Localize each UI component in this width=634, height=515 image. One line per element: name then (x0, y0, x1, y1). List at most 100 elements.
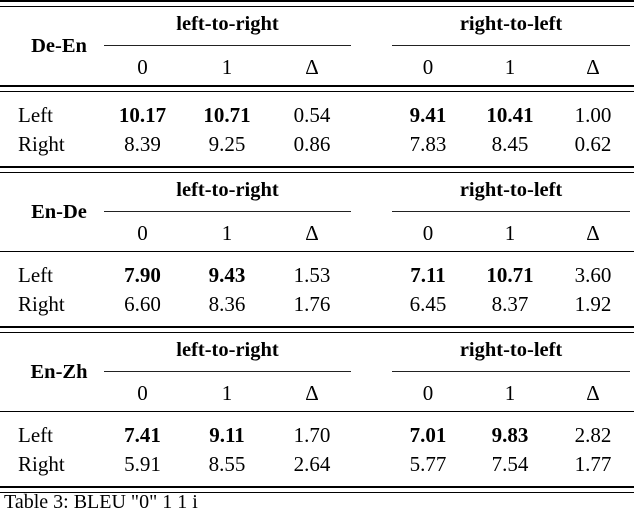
subheader-left-0: 0 (137, 220, 148, 245)
cell-right-0: 5.77 (409, 452, 447, 476)
group-rule-gap (355, 367, 388, 375)
table-row: Right 5.91 8.55 2.64 5.77 7.54 1.77 (0, 450, 634, 479)
body-spacer (0, 319, 634, 326)
group-rule-left (100, 41, 355, 49)
group-header-left-to-right: left-to-right (176, 12, 279, 35)
subheader-left-1: 1 (221, 380, 233, 405)
subheader-right-delta: Δ (586, 220, 600, 245)
cell-right-0: 9.41 (409, 103, 447, 127)
cell-right-1: 10.41 (486, 103, 534, 127)
table-block-en-de: En-De left-to-right right-to-left 0 1 Δ (0, 173, 634, 326)
subheader-right-0: 0 (422, 220, 434, 245)
cell-left-0: 6.60 (124, 292, 161, 316)
subheader-right-1: 1 (504, 220, 516, 245)
table-block-de-en: De-En left-to-right right-to-left 0 1 Δ (0, 7, 634, 166)
group-header-row: En-Zh left-to-right right-to-left (0, 333, 634, 383)
body-spacer (0, 412, 634, 421)
cell-gap (355, 130, 388, 159)
cell-right-delta: 3.60 (574, 263, 612, 287)
block-label-de-en: De-En (31, 34, 87, 57)
body-spacer (0, 159, 634, 166)
cell-gap (355, 450, 388, 479)
cell-left-delta: 0.86 (293, 132, 331, 156)
group-gap (355, 173, 388, 207)
subheader-gap (355, 215, 388, 251)
cell-gap (355, 290, 388, 319)
subheader-right-1: 1 (504, 54, 516, 79)
group-header-right-to-left: right-to-left (459, 178, 563, 201)
cell-left-delta: 0.54 (293, 103, 331, 127)
subheader-left-0: 0 (137, 380, 148, 405)
group-rule-gap (355, 41, 388, 49)
table-row: Left 7.90 9.43 1.53 7.11 10.71 3.60 (0, 261, 634, 290)
subheader-gap (355, 375, 388, 411)
row-label: Left (18, 103, 53, 127)
cell-left-0: 7.41 (124, 423, 161, 447)
group-header-right-to-left: right-to-left (459, 338, 563, 361)
group-header-left-to-right: left-to-right (176, 338, 279, 361)
cell-gap (355, 261, 388, 290)
cell-left-delta: 1.76 (293, 292, 331, 316)
table-row: Left 7.41 9.11 1.70 7.01 9.83 2.82 (0, 421, 634, 450)
cell-left-1: 9.11 (209, 423, 245, 447)
group-rule-left (100, 207, 355, 215)
cell-left-delta: 1.53 (293, 263, 331, 287)
table-block-en-zh: En-Zh left-to-right right-to-left 0 1 Δ (0, 333, 634, 486)
subheader-left-1: 1 (221, 220, 233, 245)
cell-right-0: 6.45 (409, 292, 447, 316)
subheader-right-delta: Δ (586, 54, 600, 79)
cell-right-delta: 1.00 (574, 103, 612, 127)
cell-right-0: 7.11 (410, 263, 446, 287)
cell-right-0: 7.01 (409, 423, 447, 447)
block-label-en-de: En-De (31, 200, 87, 223)
group-header-row: De-En left-to-right right-to-left (0, 7, 634, 57)
group-rule-gap (355, 207, 388, 215)
subheader-gap (355, 49, 388, 85)
block-separator-rule-1 (0, 166, 634, 173)
group-rule-right (388, 41, 634, 49)
group-rule-left (100, 367, 355, 375)
cell-right-delta: 1.77 (574, 452, 612, 476)
group-header-left-to-right: left-to-right (176, 178, 279, 201)
subheader-left-delta: Δ (305, 220, 319, 245)
results-table: De-En left-to-right right-to-left 0 1 Δ (0, 0, 634, 493)
cell-left-0: 5.91 (124, 452, 161, 476)
cell-right-0: 7.83 (409, 132, 447, 156)
table-caption: Table 3: BLEU "0" 1 1 i (4, 491, 198, 513)
cell-left-1: 9.43 (208, 263, 246, 287)
subheader-left-0: 0 (137, 54, 148, 79)
cell-right-delta: 0.62 (574, 132, 612, 156)
cell-left-0: 8.39 (124, 132, 161, 156)
cell-left-delta: 2.64 (293, 452, 331, 476)
cell-right-1: 9.83 (491, 423, 529, 447)
group-gap (355, 7, 388, 41)
group-header-row: En-De left-to-right right-to-left (0, 173, 634, 223)
subheader-right-delta: Δ (586, 380, 600, 405)
block-separator-rule-2 (0, 326, 634, 333)
row-label: Left (18, 423, 53, 447)
figure-page: De-En left-to-right right-to-left 0 1 Δ (0, 0, 634, 513)
subheader-left-1: 1 (221, 54, 233, 79)
row-label: Right (18, 452, 65, 476)
group-header-right-to-left: right-to-left (459, 12, 563, 35)
table-row: Right 8.39 9.25 0.86 7.83 8.45 0.62 (0, 130, 634, 159)
group-gap (355, 333, 388, 367)
cell-left-1: 10.71 (203, 103, 251, 127)
subheader-left-delta: Δ (305, 380, 319, 405)
row-label: Left (18, 263, 53, 287)
cell-left-0: 10.17 (118, 103, 167, 127)
cell-left-1: 8.36 (208, 292, 246, 316)
body-spacer (0, 92, 634, 101)
cell-left-1: 9.25 (208, 132, 246, 156)
cell-right-1: 8.37 (491, 292, 529, 316)
cell-gap (355, 421, 388, 450)
cell-right-1: 10.71 (486, 263, 534, 287)
cell-right-1: 8.45 (491, 132, 529, 156)
table-row: Right 6.60 8.36 1.76 6.45 8.37 1.92 (0, 290, 634, 319)
subheader-right-0: 0 (422, 54, 434, 79)
table-top-rule (0, 0, 634, 7)
cell-gap (355, 101, 388, 130)
cell-right-delta: 1.92 (574, 292, 612, 316)
row-label: Right (18, 292, 65, 316)
cell-right-delta: 2.82 (574, 423, 612, 447)
